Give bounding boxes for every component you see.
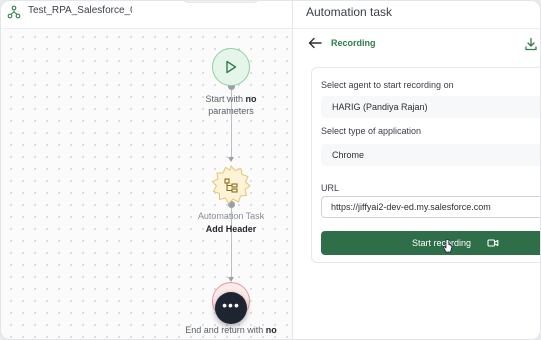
download-icon[interactable] [524,37,538,51]
start-recording-label: Start recording [412,238,472,248]
back-arrow-icon[interactable] [308,37,322,49]
panel-title: Automation task [306,5,393,19]
end-node-label: End and return with no [165,325,297,335]
panel-divider [293,28,540,29]
video-camera-icon [487,239,499,247]
end-label-bold: no [265,325,277,335]
app-type-label: Select type of application [321,126,422,136]
url-label: URL [321,183,340,193]
recording-mode-label: Recording [331,38,376,48]
agent-label: Select agent to start recording on [321,80,454,90]
url-input[interactable]: https://jiffyai2-dev-ed.my.salesforce.co… [321,196,540,218]
agent-select[interactable]: HARIG (Pandiya Rajan) [321,96,540,118]
end-label-text: End and return with [185,325,266,335]
app-window: Test_RPA_Salesforce_0C Start with no par… [0,0,541,340]
cursor-icon [443,239,453,253]
toolbar-tab[interactable] [181,1,261,3]
task-node-label: Automation Task Add Header [181,210,281,235]
recording-form: Select agent to start recording on HARIG… [311,67,540,263]
start-recording-button[interactable]: Start recording [321,231,540,255]
start-label-text: Start with [205,94,246,104]
app-type-select[interactable]: Chrome [321,144,540,166]
workflow-title[interactable]: Test_RPA_Salesforce_0C [28,5,132,16]
edge-arrow [228,157,234,162]
start-node[interactable] [212,48,250,86]
start-label-bold: no [245,94,257,104]
start-node-label: Start with no parameters [181,93,281,117]
workflow-icon [7,5,21,19]
task-name-label: Add Header [205,224,257,234]
start-label-line2: parameters [208,106,254,116]
workflow-canvas[interactable]: Test_RPA_Salesforce_0C Start with no par… [1,1,292,339]
more-icon: ••• [222,297,240,313]
more-actions-button[interactable]: ••• [215,292,247,324]
task-type-label: Automation Task [197,211,265,221]
automation-task-node[interactable] [210,164,252,206]
play-icon [226,60,237,74]
automation-task-panel: Automation task Recording Select agent t… [292,1,540,339]
canvas-header: Test_RPA_Salesforce_0C [1,1,292,29]
